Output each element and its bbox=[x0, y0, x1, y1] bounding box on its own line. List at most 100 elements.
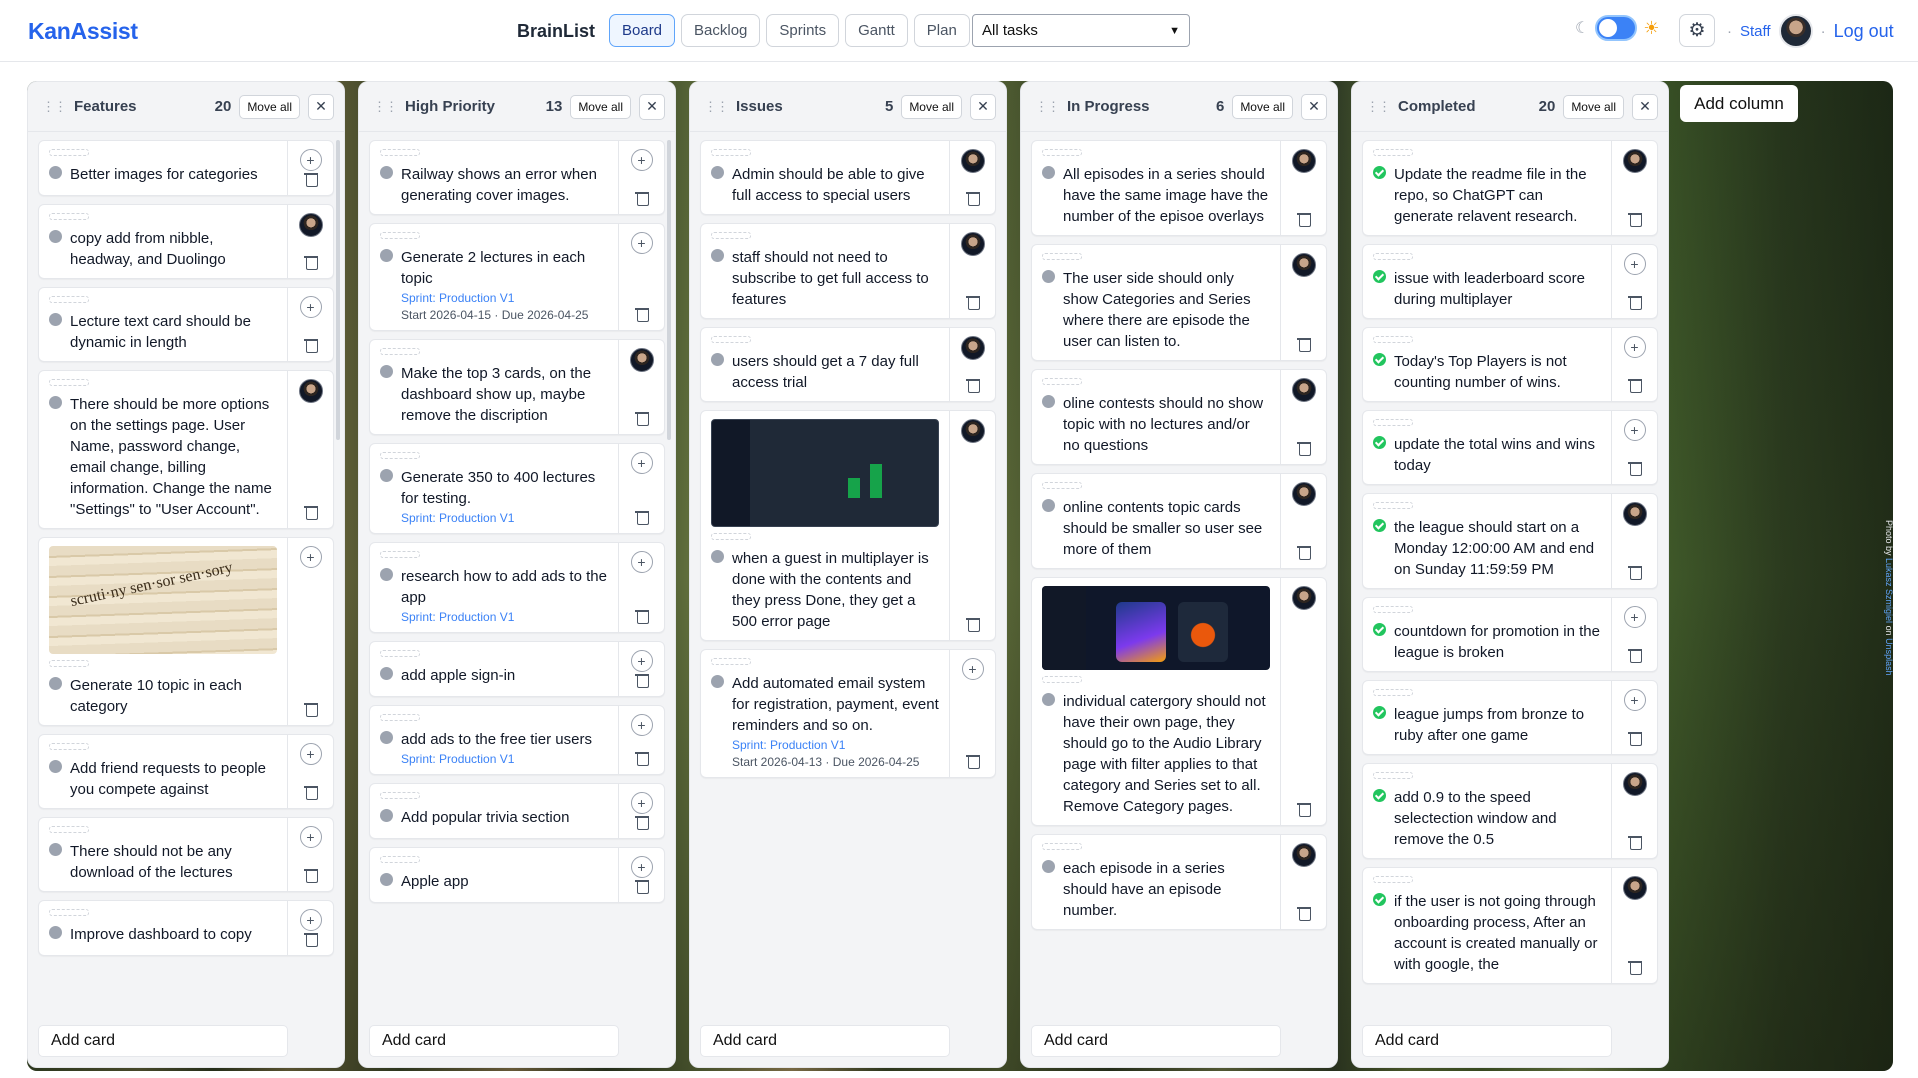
task-card[interactable]: The user side should only show Categorie… bbox=[1031, 244, 1327, 361]
status-dot-icon[interactable] bbox=[1042, 693, 1055, 706]
status-dot-icon[interactable] bbox=[711, 675, 724, 688]
card-title[interactable]: research how to add ads to the app bbox=[401, 566, 608, 608]
assignee-avatar[interactable] bbox=[629, 348, 654, 372]
card-title[interactable]: league jumps from bronze to ruby after o… bbox=[1394, 704, 1601, 746]
task-card[interactable]: Add automated email system for registrat… bbox=[700, 649, 996, 778]
card-title[interactable]: Generate 350 to 400 lectures for testing… bbox=[401, 467, 608, 509]
status-dot-icon[interactable] bbox=[711, 550, 724, 563]
card-title[interactable]: staff should not need to subscribe to ge… bbox=[732, 247, 939, 310]
card-drag-handle[interactable] bbox=[49, 909, 89, 916]
drag-handle-icon[interactable]: ⋮⋮ bbox=[704, 99, 729, 115]
tab-gantt[interactable]: Gantt bbox=[845, 14, 908, 47]
trash-icon[interactable] bbox=[1627, 377, 1642, 393]
task-card[interactable]: Today's Top Players is not counting numb… bbox=[1362, 327, 1658, 402]
trash-icon[interactable] bbox=[1627, 211, 1642, 227]
assignee-avatar[interactable] bbox=[298, 213, 323, 237]
tab-backlog[interactable]: Backlog bbox=[681, 14, 761, 47]
task-card[interactable]: Generate 2 lectures in each topic Sprint… bbox=[369, 223, 665, 331]
task-card[interactable]: countdown for promotion in the league is… bbox=[1362, 597, 1658, 672]
tab-plan[interactable]: Plan bbox=[913, 14, 970, 47]
status-dot-icon[interactable] bbox=[711, 353, 724, 366]
status-dot-icon[interactable] bbox=[49, 760, 62, 773]
task-card[interactable]: Railway shows an error when generating c… bbox=[369, 140, 665, 215]
task-card[interactable]: Improve dashboard to copy + bbox=[38, 900, 334, 956]
trash-icon[interactable] bbox=[303, 337, 318, 353]
card-drag-handle[interactable] bbox=[1042, 253, 1082, 260]
logout-link[interactable]: Log out bbox=[1834, 21, 1894, 42]
check-circle-icon[interactable] bbox=[1373, 706, 1386, 719]
user-avatar[interactable] bbox=[1778, 14, 1813, 48]
column-title[interactable]: In Progress bbox=[1067, 98, 1216, 115]
status-dot-icon[interactable] bbox=[380, 809, 393, 822]
check-circle-icon[interactable] bbox=[1373, 270, 1386, 283]
add-assignee-button[interactable]: + bbox=[1623, 336, 1646, 358]
status-dot-icon[interactable] bbox=[380, 365, 393, 378]
task-card[interactable]: update the total wins and wins today + bbox=[1362, 410, 1658, 485]
add-card-input[interactable]: Add card bbox=[369, 1025, 619, 1057]
card-drag-handle[interactable] bbox=[1373, 336, 1413, 343]
add-assignee-button[interactable]: + bbox=[1623, 689, 1646, 711]
card-drag-handle[interactable] bbox=[711, 149, 751, 156]
assignee-avatar[interactable] bbox=[960, 336, 985, 360]
check-circle-icon[interactable] bbox=[1373, 436, 1386, 449]
card-title[interactable]: Apple app bbox=[401, 871, 469, 892]
add-assignee-button[interactable]: + bbox=[299, 743, 322, 765]
trash-icon[interactable] bbox=[965, 377, 980, 393]
card-sprint-label[interactable]: Sprint: Production V1 bbox=[401, 511, 608, 525]
trash-icon[interactable] bbox=[965, 190, 980, 206]
trash-icon[interactable] bbox=[1627, 460, 1642, 476]
assignee-avatar[interactable] bbox=[1291, 149, 1316, 173]
status-dot-icon[interactable] bbox=[1042, 860, 1055, 873]
add-column-button[interactable]: Add column bbox=[1680, 85, 1798, 122]
card-drag-handle[interactable] bbox=[380, 232, 420, 239]
card-title[interactable]: the league should start on a Monday 12:0… bbox=[1394, 517, 1601, 580]
card-drag-handle[interactable] bbox=[1373, 149, 1413, 156]
trash-icon[interactable] bbox=[965, 753, 980, 769]
user-name-link[interactable]: Staff bbox=[1740, 23, 1771, 40]
status-dot-icon[interactable] bbox=[1042, 270, 1055, 283]
status-dot-icon[interactable] bbox=[711, 249, 724, 262]
trash-icon[interactable] bbox=[303, 867, 318, 883]
task-card[interactable]: Add popular trivia section + bbox=[369, 783, 665, 839]
task-card[interactable]: copy add from nibble, headway, and Duoli… bbox=[38, 204, 334, 279]
check-circle-icon[interactable] bbox=[1373, 353, 1386, 366]
card-title[interactable]: each episode in a series should have an … bbox=[1063, 858, 1270, 921]
trash-icon[interactable] bbox=[303, 784, 318, 800]
assignee-avatar[interactable] bbox=[1291, 482, 1316, 506]
trash-icon[interactable] bbox=[634, 306, 649, 322]
card-title[interactable]: There should not be any download of the … bbox=[70, 841, 277, 883]
trash-icon[interactable] bbox=[634, 750, 649, 766]
task-card[interactable]: league jumps from bronze to ruby after o… bbox=[1362, 680, 1658, 755]
assignee-avatar[interactable] bbox=[1622, 876, 1647, 900]
add-assignee-button[interactable]: + bbox=[299, 546, 322, 568]
drag-handle-icon[interactable]: ⋮⋮ bbox=[373, 99, 398, 115]
add-assignee-button[interactable]: + bbox=[299, 149, 322, 171]
card-drag-handle[interactable] bbox=[49, 296, 89, 303]
task-card[interactable]: when a guest in multiplayer is done with… bbox=[700, 410, 996, 641]
check-circle-icon[interactable] bbox=[1373, 519, 1386, 532]
task-card[interactable]: staff should not need to subscribe to ge… bbox=[700, 223, 996, 319]
card-title[interactable]: online contents topic cards should be sm… bbox=[1063, 497, 1270, 560]
card-title[interactable]: Admin should be able to give full access… bbox=[732, 164, 939, 206]
add-card-input[interactable]: Add card bbox=[1031, 1025, 1281, 1057]
status-dot-icon[interactable] bbox=[380, 166, 393, 179]
status-dot-icon[interactable] bbox=[49, 677, 62, 690]
task-card[interactable]: Better images for categories + bbox=[38, 140, 334, 196]
assignee-avatar[interactable] bbox=[960, 232, 985, 256]
remove-column-button[interactable]: ✕ bbox=[308, 93, 334, 120]
card-sprint-label[interactable]: Sprint: Production V1 bbox=[401, 291, 608, 305]
status-dot-icon[interactable] bbox=[49, 396, 62, 409]
assignee-avatar[interactable] bbox=[960, 149, 985, 173]
status-dot-icon[interactable] bbox=[380, 731, 393, 744]
task-card[interactable]: Lecture text card should be dynamic in l… bbox=[38, 287, 334, 362]
task-card[interactable]: each episode in a series should have an … bbox=[1031, 834, 1327, 930]
card-drag-handle[interactable] bbox=[380, 856, 420, 863]
status-dot-icon[interactable] bbox=[49, 230, 62, 243]
task-card[interactable]: individual catergory should not have the… bbox=[1031, 577, 1327, 826]
status-dot-icon[interactable] bbox=[380, 469, 393, 482]
card-title[interactable]: if the user is not going through onboard… bbox=[1394, 891, 1601, 975]
card-drag-handle[interactable] bbox=[380, 714, 420, 721]
task-card[interactable]: Apple app + bbox=[369, 847, 665, 903]
card-drag-handle[interactable] bbox=[380, 551, 420, 558]
trash-icon[interactable] bbox=[634, 672, 649, 688]
